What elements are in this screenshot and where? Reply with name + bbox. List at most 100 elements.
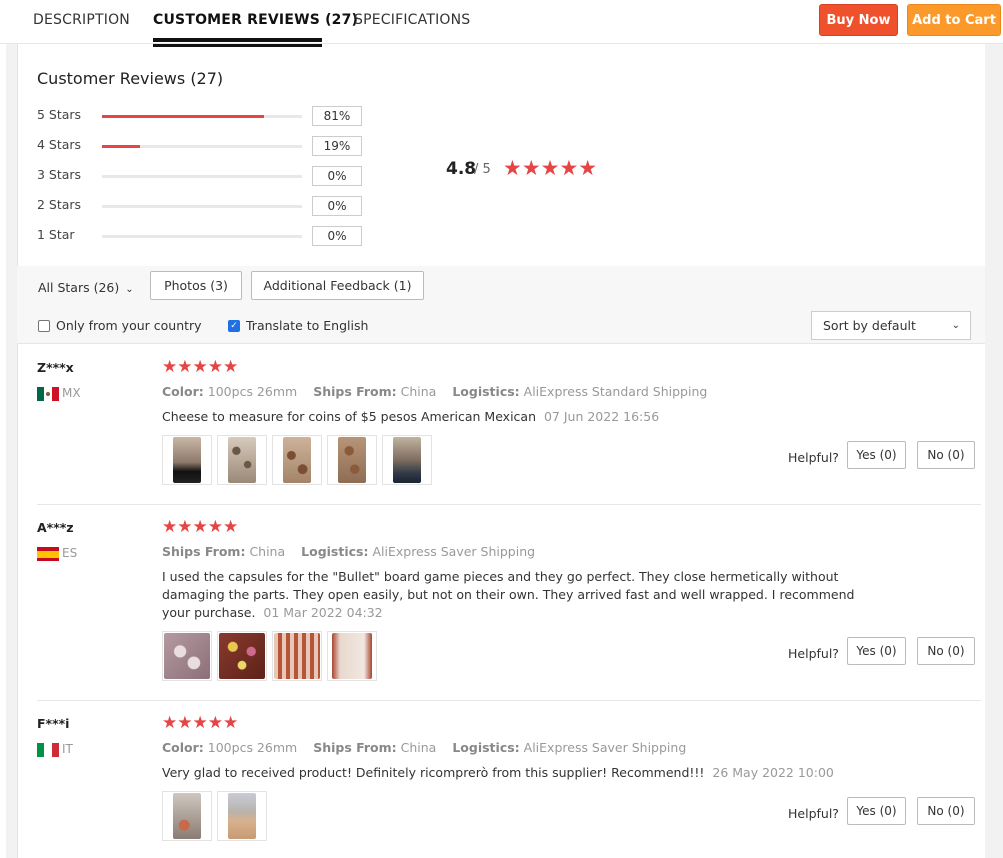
helpful-no-button[interactable]: No (0) (917, 637, 975, 665)
sort-dropdown[interactable]: Sort by default ⌄ (811, 311, 971, 340)
review-photo[interactable] (272, 631, 322, 681)
ships-from-label: Ships From: (162, 544, 246, 559)
review-photo[interactable] (162, 791, 212, 841)
color-value: 100pcs 26mm (207, 384, 298, 399)
checkbox-checked-icon: ✓ (228, 319, 240, 332)
rating-row-5[interactable]: 5 Stars 81% (37, 106, 367, 127)
sort-label: Sort by default (823, 318, 916, 333)
review-text: Cheese to measure for coins of $5 pesos … (162, 408, 882, 426)
review-meta: Color: 100pcs 26mm Ships From: China Log… (162, 384, 719, 399)
review-photo[interactable] (162, 435, 212, 485)
left-gutter (6, 44, 17, 858)
rating-row-3[interactable]: 3 Stars 0% (37, 166, 367, 187)
logistics-value: AliExpress Saver Shipping (523, 740, 687, 755)
rating-row-4[interactable]: 4 Stars 19% (37, 136, 367, 157)
helpful-no-button[interactable]: No (0) (917, 441, 975, 469)
rating-row-1[interactable]: 1 Star 0% (37, 226, 367, 247)
logistics-value: AliExpress Saver Shipping (372, 544, 536, 559)
rating-label: 1 Star (37, 227, 75, 242)
review-photo[interactable] (217, 791, 267, 841)
review-divider (37, 700, 981, 701)
reviewer-country: IT (62, 742, 73, 756)
review-photo[interactable] (217, 435, 267, 485)
chevron-down-icon: ⌄ (951, 320, 960, 331)
translate-checkbox[interactable]: ✓ Translate to English (228, 318, 368, 333)
average-rating: 4.8 (446, 159, 477, 179)
ships-from-value: China (400, 384, 437, 399)
logistics-label: Logistics: (452, 384, 520, 399)
ships-from-value: China (249, 544, 286, 559)
all-stars-label: All Stars (26) (38, 280, 120, 295)
review-date: 07 Jun 2022 16:56 (543, 409, 660, 424)
helpful-yes-button[interactable]: Yes (0) (847, 637, 906, 665)
rating-bar-fill (102, 145, 140, 148)
review-stars-icon: ★★★★★ (162, 517, 239, 537)
buy-now-button[interactable]: Buy Now (819, 4, 898, 36)
review-text: I used the capsules for the "Bullet" boa… (162, 568, 882, 622)
all-stars-dropdown[interactable]: All Stars (26) ⌄ (38, 280, 134, 295)
rating-percent: 81% (312, 106, 362, 126)
logistics-value: AliExpress Standard Shipping (523, 384, 708, 399)
review-divider (37, 504, 981, 505)
review-photo[interactable] (162, 631, 212, 681)
rating-percent: 0% (312, 166, 362, 186)
reviews-title: Customer Reviews (27) (37, 69, 224, 88)
helpful-no-button[interactable]: No (0) (917, 797, 975, 825)
only-country-checkbox[interactable]: Only from your country (38, 318, 202, 333)
review-photo[interactable] (327, 435, 377, 485)
tab-description[interactable]: DESCRIPTION (33, 12, 130, 28)
ships-from-value: China (400, 740, 437, 755)
review-meta: Color: 100pcs 26mm Ships From: China Log… (162, 740, 698, 755)
rating-percent: 0% (312, 196, 362, 216)
review-photo[interactable] (382, 435, 432, 485)
spain-flag-icon (37, 547, 59, 561)
rating-label: 4 Stars (37, 137, 82, 152)
color-label: Color: (162, 384, 204, 399)
reviewer-name: F***i (37, 716, 70, 731)
reviewer-country: ES (62, 546, 78, 560)
rating-label: 3 Stars (37, 167, 82, 182)
color-label: Color: (162, 740, 204, 755)
ships-from-label: Ships From: (313, 384, 397, 399)
review-text: Very glad to received product! Definitel… (162, 764, 882, 782)
italy-flag-icon (37, 743, 59, 757)
review-photo[interactable] (327, 631, 377, 681)
reviewer-name: Z***x (37, 360, 74, 375)
rating-label: 2 Stars (37, 197, 82, 212)
chevron-down-icon: ⌄ (125, 284, 134, 295)
review-photo[interactable] (217, 631, 267, 681)
rating-bar-track (102, 235, 302, 238)
average-stars-icon: ★★★★★ (503, 156, 598, 180)
rating-label: 5 Stars (37, 107, 82, 122)
tab-specifications[interactable]: SPECIFICATIONS (354, 12, 470, 28)
rating-row-2[interactable]: 2 Stars 0% (37, 196, 367, 217)
rating-bar-track (102, 175, 302, 178)
review-body: Cheese to measure for coins of $5 pesos … (162, 409, 536, 424)
checkbox-unchecked-icon (38, 319, 50, 332)
add-to-cart-button[interactable]: Add to Cart (907, 4, 1001, 36)
review-date: 26 May 2022 10:00 (712, 765, 834, 780)
rating-bar-track (102, 145, 302, 148)
rating-bar-fill (102, 115, 264, 118)
tab-customer-reviews[interactable]: CUSTOMER REVIEWS (27) (153, 12, 358, 28)
photos-filter-button[interactable]: Photos (3) (150, 271, 242, 300)
reviewer-name: A***z (37, 520, 74, 535)
helpful-label: Helpful? (788, 450, 839, 465)
color-value: 100pcs 26mm (207, 740, 298, 755)
rating-bar-track (102, 205, 302, 208)
rating-bar-track (102, 115, 302, 118)
review-stars-icon: ★★★★★ (162, 357, 239, 377)
rating-percent: 0% (312, 226, 362, 246)
tab-bar: DESCRIPTION CUSTOMER REVIEWS (27) SPECIF… (0, 0, 1003, 44)
only-country-label: Only from your country (56, 318, 202, 333)
ships-from-label: Ships From: (313, 740, 397, 755)
review-photo[interactable] (272, 435, 322, 485)
helpful-yes-button[interactable]: Yes (0) (847, 441, 906, 469)
rating-percent: 19% (312, 136, 362, 156)
logistics-label: Logistics: (301, 544, 369, 559)
review-date: 01 Mar 2022 04:32 (263, 605, 383, 620)
helpful-yes-button[interactable]: Yes (0) (847, 797, 906, 825)
average-rating-max: / 5 (474, 162, 491, 177)
additional-feedback-button[interactable]: Additional Feedback (1) (251, 271, 424, 300)
review-meta: Ships From: China Logistics: AliExpress … (162, 544, 547, 559)
